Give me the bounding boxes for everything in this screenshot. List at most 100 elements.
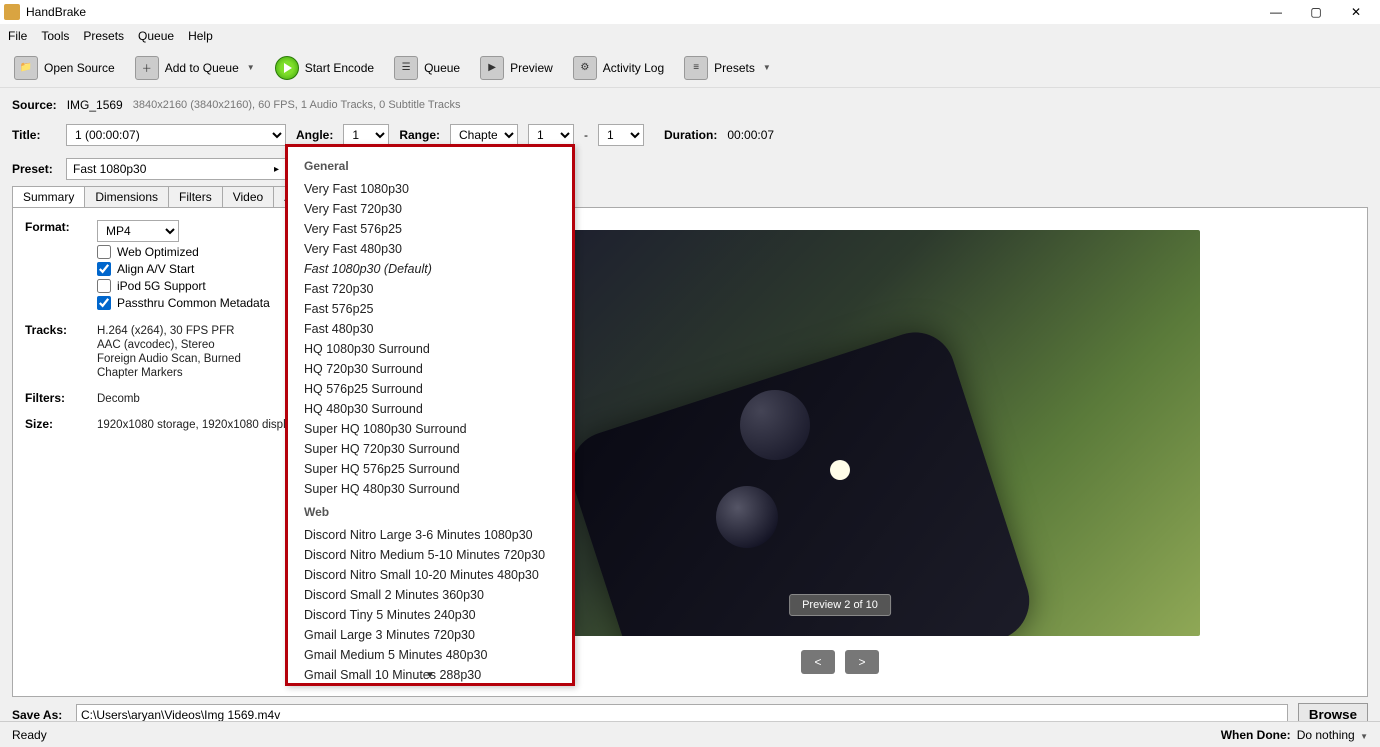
toolbar: 📁 Open Source ＋ Add to Queue ▼ Start Enc… <box>0 48 1380 88</box>
preset-select[interactable]: Fast 1080p30 ▸ <box>66 158 286 180</box>
angle-select[interactable]: 1 <box>343 124 389 146</box>
tab-video[interactable]: Video <box>222 186 274 207</box>
window-title: HandBrake <box>26 5 86 19</box>
menubar: File Tools Presets Queue Help <box>0 24 1380 48</box>
ipod-label: iPod 5G Support <box>117 279 206 293</box>
preset-item[interactable]: Fast 720p30 <box>288 279 572 299</box>
track-line: AAC (avcodec), Stereo <box>97 339 305 351</box>
source-row: Source: IMG_1569 3840x2160 (3840x2160), … <box>0 88 1380 118</box>
preset-row: Preset: Fast 1080p30 ▸ <box>0 152 1380 186</box>
start-encode-button[interactable]: Start Encode <box>269 54 380 82</box>
preset-item[interactable]: Super HQ 720p30 Surround <box>288 439 572 459</box>
range-to-select[interactable]: 1 <box>598 124 644 146</box>
menu-help[interactable]: Help <box>188 29 213 43</box>
track-line: Chapter Markers <box>97 367 305 379</box>
preview-icon: ▶ <box>480 56 504 80</box>
tab-dimensions[interactable]: Dimensions <box>84 186 169 207</box>
preset-item[interactable]: HQ 720p30 Surround <box>288 359 572 379</box>
duration-label: Duration: <box>664 128 717 142</box>
preset-item[interactable]: Very Fast 720p30 <box>288 199 572 219</box>
when-done-label: When Done: <box>1221 728 1291 742</box>
format-select[interactable]: MP4 <box>97 220 179 242</box>
preview-button[interactable]: ▶ Preview <box>474 54 559 82</box>
preset-item[interactable]: Super HQ 480p30 Surround <box>288 479 572 499</box>
open-source-icon: 📁 <box>14 56 38 80</box>
menu-file[interactable]: File <box>8 29 27 43</box>
size-value: 1920x1080 storage, 1920x1080 display <box>97 419 305 431</box>
passthru-checkbox[interactable] <box>97 296 111 310</box>
menu-tools[interactable]: Tools <box>41 29 69 43</box>
preset-label: Preset: <box>12 162 56 176</box>
range-type-select[interactable]: Chapters <box>450 124 518 146</box>
preset-item[interactable]: Discord Nitro Medium 5-10 Minutes 720p30 <box>288 545 572 565</box>
chevron-down-icon[interactable]: ▼ <box>247 63 255 72</box>
align-av-label: Align A/V Start <box>117 262 194 276</box>
preview-next-button[interactable]: > <box>845 650 879 674</box>
activity-log-button[interactable]: ⚙ Activity Log <box>567 54 670 82</box>
tracks-label: Tracks: <box>25 323 97 381</box>
minimize-button[interactable]: — <box>1256 0 1296 24</box>
preset-item[interactable]: Fast 576p25 <box>288 299 572 319</box>
range-label: Range: <box>399 128 440 142</box>
preset-item[interactable]: Discord Nitro Large 3-6 Minutes 1080p30 <box>288 525 572 545</box>
passthru-label: Passthru Common Metadata <box>117 296 270 310</box>
angle-label: Angle: <box>296 128 333 142</box>
title-select[interactable]: 1 (00:00:07) <box>66 124 286 146</box>
preset-item[interactable]: HQ 1080p30 Surround <box>288 339 572 359</box>
preset-item[interactable]: Super HQ 576p25 Surround <box>288 459 572 479</box>
statusbar: Ready When Done: Do nothing ▼ <box>0 721 1380 747</box>
preset-item[interactable]: Very Fast 576p25 <box>288 219 572 239</box>
preset-item[interactable]: Discord Nitro Small 10-20 Minutes 480p30 <box>288 565 572 585</box>
preset-item[interactable]: Discord Small 2 Minutes 360p30 <box>288 585 572 605</box>
ipod-checkbox[interactable] <box>97 279 111 293</box>
preset-item[interactable]: HQ 480p30 Surround <box>288 399 572 419</box>
chevron-down-icon[interactable]: ▼ <box>425 670 435 681</box>
preset-item[interactable]: Fast 1080p30 (Default) <box>288 259 572 279</box>
tabs-row: Summary Dimensions Filters Video Audio S… <box>0 186 1380 207</box>
track-line: Foreign Audio Scan, Burned <box>97 353 305 365</box>
tab-summary[interactable]: Summary <box>12 186 85 207</box>
play-icon <box>275 56 299 80</box>
source-name: IMG_1569 <box>67 98 123 112</box>
preview-prev-button[interactable]: < <box>801 650 835 674</box>
preset-item[interactable]: Gmail Large 3 Minutes 720p30 <box>288 625 572 645</box>
menu-queue[interactable]: Queue <box>138 29 174 43</box>
queue-button[interactable]: ☰ Queue <box>388 54 466 82</box>
chevron-right-icon: ▸ <box>274 164 279 175</box>
add-queue-icon: ＋ <box>135 56 159 80</box>
title-label: Title: <box>12 128 56 142</box>
filters-label: Filters: <box>25 391 97 407</box>
web-optimized-label: Web Optimized <box>117 245 199 259</box>
close-button[interactable]: ✕ <box>1336 0 1376 24</box>
maximize-button[interactable]: ▢ <box>1296 0 1336 24</box>
preset-item[interactable]: Fast 480p30 <box>288 319 572 339</box>
preview-badge: Preview 2 of 10 <box>789 594 891 616</box>
when-done-value[interactable]: Do nothing ▼ <box>1297 728 1368 742</box>
align-av-checkbox[interactable] <box>97 262 111 276</box>
track-line: H.264 (x264), 30 FPS PFR <box>97 325 305 337</box>
web-optimized-checkbox[interactable] <box>97 245 111 259</box>
preset-list: GeneralVery Fast 1080p30Very Fast 720p30… <box>288 147 572 683</box>
range-from-select[interactable]: 1 <box>528 124 574 146</box>
presets-button[interactable]: ≡ Presets ▼ <box>678 54 777 82</box>
title-row: Title: 1 (00:00:07) Angle: 1 Range: Chap… <box>0 118 1380 152</box>
preset-item[interactable]: Very Fast 1080p30 <box>288 179 572 199</box>
menu-presets[interactable]: Presets <box>83 29 124 43</box>
summary-panel: Format: MP4 Web Optimized Align A/V Star… <box>12 207 1368 697</box>
preset-item[interactable]: Gmail Medium 5 Minutes 480p30 <box>288 645 572 665</box>
activity-log-icon: ⚙ <box>573 56 597 80</box>
open-source-button[interactable]: 📁 Open Source <box>8 54 121 82</box>
source-details: 3840x2160 (3840x2160), 60 FPS, 1 Audio T… <box>133 99 461 111</box>
chevron-down-icon: ▼ <box>1360 732 1368 741</box>
saveas-label: Save As: <box>12 708 66 722</box>
add-queue-button[interactable]: ＋ Add to Queue ▼ <box>129 54 261 82</box>
chevron-down-icon[interactable]: ▼ <box>763 63 771 72</box>
preset-item[interactable]: Very Fast 480p30 <box>288 239 572 259</box>
preset-item[interactable]: HQ 576p25 Surround <box>288 379 572 399</box>
preset-item[interactable]: Super HQ 1080p30 Surround <box>288 419 572 439</box>
preview-image: Preview 2 of 10 <box>480 230 1200 636</box>
queue-icon: ☰ <box>394 56 418 80</box>
tab-filters[interactable]: Filters <box>168 186 223 207</box>
preset-item[interactable]: Discord Tiny 5 Minutes 240p30 <box>288 605 572 625</box>
format-label: Format: <box>25 220 97 313</box>
